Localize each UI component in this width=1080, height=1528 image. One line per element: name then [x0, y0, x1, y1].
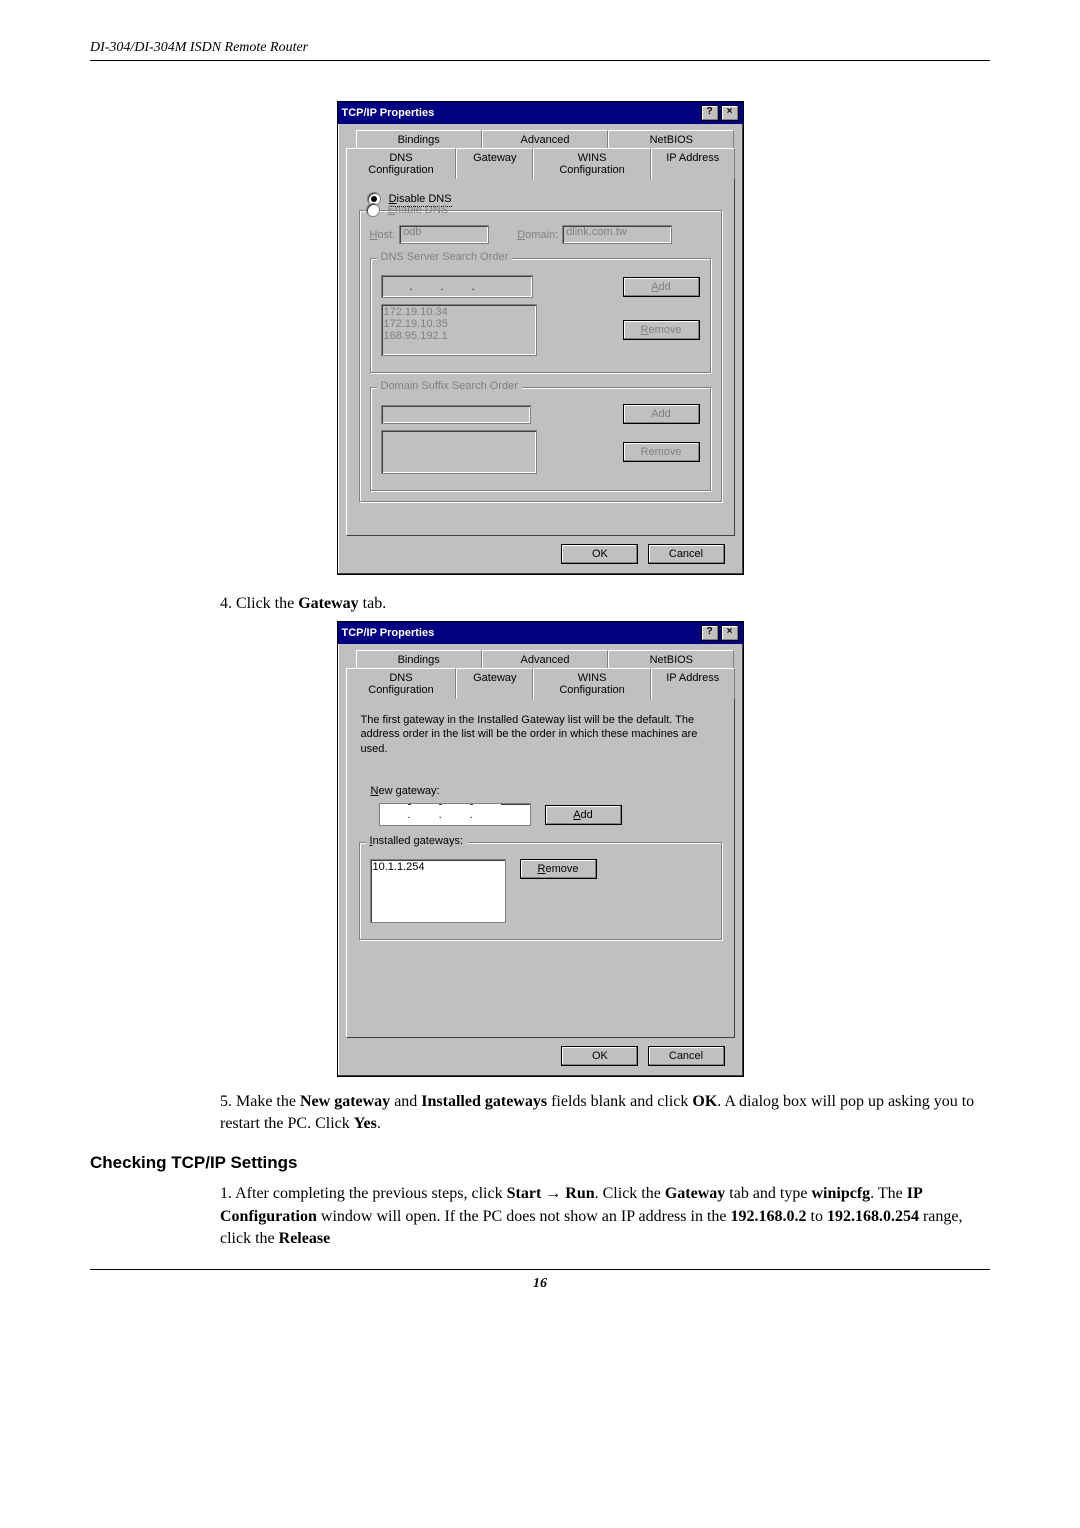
dns-add-button: Add	[623, 277, 700, 297]
tab-advanced[interactable]: Advanced	[482, 650, 608, 669]
cancel-button[interactable]: Cancel	[648, 544, 725, 564]
close-button[interactable]: ×	[721, 625, 739, 641]
tab-gateway[interactable]: Gateway	[456, 668, 533, 699]
suffix-add-button: Add	[623, 404, 700, 424]
tab-gateway[interactable]: Gateway	[456, 148, 533, 179]
domain-input: dlink.com.tw	[562, 225, 672, 244]
gateway-add-button[interactable]: Add	[545, 805, 622, 825]
titlebar[interactable]: TCP/IP Properties ? ×	[338, 622, 743, 644]
gateway-remove-button[interactable]: Remove	[520, 859, 597, 879]
tab-netbios[interactable]: NetBIOS	[608, 650, 734, 669]
installed-gateways-group: Installed gateways: 10.1.1.254 Remove	[359, 842, 722, 940]
checking-step-1: 1. After completing the previous steps, …	[220, 1183, 990, 1250]
help-button[interactable]: ?	[701, 105, 719, 121]
enable-dns-group: Enable DNS Host: odb Domain: dlink.com.t…	[359, 210, 722, 502]
radio-icon	[366, 203, 380, 217]
suffix-input	[381, 405, 531, 424]
dns-ip-input: ...	[381, 275, 533, 298]
domain-suffix-search-order-group: Domain Suffix Search Order Add Remove	[370, 387, 711, 491]
tab-dns-configuration[interactable]: DNS Configuration	[346, 148, 457, 179]
step-4-text: 4. Click the Gateway tab.	[220, 593, 990, 615]
cancel-button[interactable]: Cancel	[648, 1046, 725, 1066]
suffix-list	[381, 430, 537, 474]
footer-rule	[90, 1269, 990, 1270]
page-header: DI-304/DI-304M ISDN Remote Router	[90, 40, 990, 56]
tcpip-properties-dialog-1: TCP/IP Properties ? × Bindings Advanced …	[337, 101, 744, 575]
ok-button[interactable]: OK	[561, 544, 638, 564]
new-gateway-label: New gateway:	[371, 785, 722, 797]
enable-dns-radio[interactable]: Enable DNS	[366, 203, 711, 217]
close-button[interactable]: ×	[721, 105, 739, 121]
header-rule	[90, 60, 990, 61]
dialog-title: TCP/IP Properties	[342, 107, 699, 119]
tcpip-properties-dialog-2: TCP/IP Properties ? × Bindings Advanced …	[337, 621, 744, 1077]
titlebar[interactable]: TCP/IP Properties ? ×	[338, 102, 743, 124]
host-input: odb	[399, 225, 489, 244]
page-number: 16	[90, 1276, 990, 1292]
group-label: Installed gateways:	[366, 835, 468, 847]
suffix-remove-button: Remove	[623, 442, 700, 462]
dns-list: 172.19.10.34 172.19.10.35 168.95.192.1	[381, 304, 537, 356]
tab-advanced[interactable]: Advanced	[482, 130, 608, 149]
dns-server-search-order-group: DNS Server Search Order ... Add 172	[370, 258, 711, 373]
host-label: Host:	[370, 229, 396, 241]
domain-label: Domain:	[517, 229, 558, 241]
help-button[interactable]: ?	[701, 625, 719, 641]
step-5-text: 5. Make the New gateway and Installed ga…	[220, 1091, 990, 1136]
group-label: DNS Server Search Order	[377, 251, 513, 263]
ok-button[interactable]: OK	[561, 1046, 638, 1066]
dns-remove-button: Remove	[623, 320, 700, 340]
installed-gateways-list[interactable]: 10.1.1.254	[370, 859, 506, 923]
checking-tcpip-heading: Checking TCP/IP Settings	[90, 1153, 990, 1173]
tab-ip-address[interactable]: IP Address	[651, 148, 735, 179]
tab-dns-configuration[interactable]: DNS Configuration	[346, 668, 457, 699]
tab-wins-configuration[interactable]: WINS Configuration	[533, 668, 651, 699]
gateway-instructions: The first gateway in the Installed Gatew…	[359, 709, 722, 768]
dialog-title: TCP/IP Properties	[342, 627, 699, 639]
new-gateway-input[interactable]: ...	[379, 803, 531, 826]
tab-bindings[interactable]: Bindings	[356, 130, 482, 149]
tab-bindings[interactable]: Bindings	[356, 650, 482, 669]
group-label: Domain Suffix Search Order	[377, 380, 522, 392]
tab-wins-configuration[interactable]: WINS Configuration	[533, 148, 651, 179]
tab-ip-address[interactable]: IP Address	[651, 668, 735, 699]
tab-netbios[interactable]: NetBIOS	[608, 130, 734, 149]
